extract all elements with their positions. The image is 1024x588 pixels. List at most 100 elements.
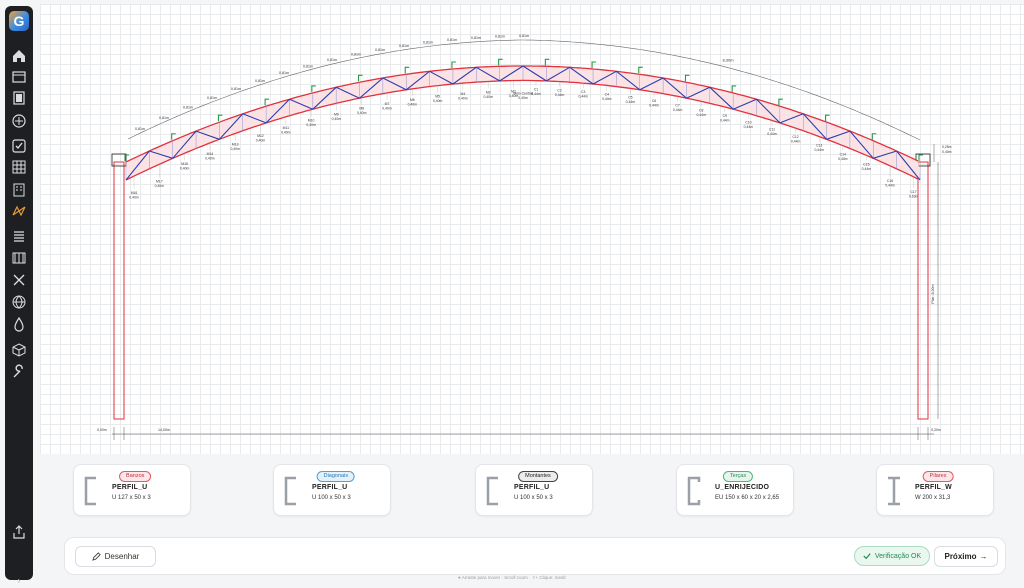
door-icon[interactable] <box>10 90 28 106</box>
profile-dimensions: U 127 x 50 x 3 <box>112 495 151 501</box>
truss-drawing[interactable]: 0,81m 0,81m 0,81m 0,81m 0,81m 0,81m 0,81m 0,81m… <box>40 4 1024 454</box>
arc-segment-label: 0,81m <box>423 40 433 44</box>
arc-segment-label: 0,81m <box>135 127 145 131</box>
node-label-M5: M5 <box>435 95 440 99</box>
next-button[interactable]: Próximo → <box>934 546 998 567</box>
node-value-C17: 0,63m <box>909 194 919 198</box>
node-label-M9: M9 <box>334 112 339 116</box>
node-label-M4: M4 <box>461 92 466 96</box>
drop-icon[interactable] <box>10 316 28 332</box>
node-label-M11: M11 <box>283 126 289 130</box>
layers-icon[interactable] <box>10 113 28 129</box>
span-label: 14,00m <box>158 428 170 432</box>
profile-badge: Diagonais <box>316 471 356 482</box>
purlin <box>404 66 410 74</box>
purlin <box>825 114 830 122</box>
node-value-M7: 0,40m <box>382 106 392 110</box>
node-value-M9: 0,40m <box>332 117 342 121</box>
node-value-C15: 0,44m <box>862 167 872 171</box>
node-value-C8: 0,44m <box>696 113 706 117</box>
node-value-C3: 0,44m <box>578 95 588 99</box>
wrench-icon[interactable] <box>10 364 28 380</box>
arc-segment-label: 0,81m <box>303 64 313 68</box>
sidebar: G › <box>5 6 33 585</box>
arc-segment-label: 0,81m <box>159 116 169 120</box>
globe-icon[interactable] <box>10 294 28 310</box>
node-value-C13: 0,44m <box>814 148 824 152</box>
node-value-C7: 0,44m <box>673 108 683 112</box>
node-value-C10: 0,44m <box>744 125 754 129</box>
right-top-label-2: 0,40m <box>942 150 952 154</box>
truss-icon[interactable] <box>10 203 28 219</box>
node-label-C3: C3 <box>581 90 585 94</box>
node-label-C1: C1 <box>534 88 538 92</box>
node-value-C1: 0,44m <box>531 92 541 96</box>
profile-card-teras[interactable]: Terças U_ENRIJECIDO EU 150 x 60 x 20 x 2,6… <box>676 464 794 516</box>
u-profile-icon <box>284 476 296 506</box>
arc-right-label: 8,30m <box>722 58 734 63</box>
node-label-C12: C12 <box>792 135 798 139</box>
purlin <box>357 74 363 82</box>
truss-web-fill <box>126 66 920 180</box>
profile-card-montantes[interactable]: Montantes PERFIL_U U 100 x 50 x 3 <box>475 464 593 516</box>
node-label-M14: M14 <box>207 152 214 156</box>
list-icon[interactable] <box>10 228 28 244</box>
node-label-C13: C13 <box>816 144 822 148</box>
node-value-M5: 0,40m <box>433 99 443 103</box>
building-icon[interactable] <box>10 182 28 198</box>
node-label-C2: C2 <box>557 89 561 93</box>
app-logo[interactable]: G <box>9 11 29 31</box>
purlin <box>871 133 877 140</box>
home-icon[interactable] <box>10 48 28 64</box>
profile-type: U_ENRIJECIDO <box>715 484 770 491</box>
node-value-C14: 0,44m <box>838 157 848 161</box>
node-label-C7: C7 <box>675 103 679 107</box>
arc-segment-label: 0,81m <box>231 87 241 91</box>
purlin <box>264 98 270 106</box>
purlin <box>124 154 129 161</box>
node-label-M12: M12 <box>257 134 264 138</box>
node-value-C12: 0,44m <box>791 140 801 144</box>
window-icon[interactable] <box>10 69 28 85</box>
grid-icon[interactable] <box>10 159 28 175</box>
profile-badge: Montantes <box>518 471 558 482</box>
node-value-C9: 0,44m <box>720 119 730 123</box>
check-icon <box>863 553 871 560</box>
purlin <box>591 61 597 68</box>
arc-segment-label: 0,81m <box>495 35 505 39</box>
w-profile-icon <box>888 476 900 506</box>
profile-card-pilares[interactable]: Pilares PERFIL_W W 200 x 31,3 <box>876 464 994 516</box>
profile-card-banzos[interactable]: Banzos PERFIL_U U 127 x 50 x 3 <box>73 464 191 516</box>
node-value-C11: 0,44m <box>767 132 777 136</box>
arc-segment-label: 0,81m <box>375 48 385 52</box>
node-label-M16: M16 <box>131 191 138 195</box>
node-value-M15: 0,40m <box>180 167 190 171</box>
right-top-label: 0,25m <box>942 145 952 149</box>
drawing-canvas[interactable]: 0,81m 0,81m 0,81m 0,81m 0,81m 0,81m 0,81m 0,81m… <box>40 4 1024 454</box>
purlin <box>451 61 456 68</box>
node-value-M11: 0,40m <box>281 130 291 134</box>
profile-badge: Terças <box>722 471 754 482</box>
profile-card-diagonais[interactable]: Diagonais PERFIL_U U 100 x 50 x 3 <box>273 464 391 516</box>
arc-segment-label: 0,81m <box>399 44 409 48</box>
profile-type: PERFIL_U <box>514 484 550 491</box>
profile-type: PERFIL_U <box>312 484 348 491</box>
tools-icon[interactable] <box>10 272 28 288</box>
arc-segment-label: 0,81m <box>255 79 265 83</box>
cube-icon[interactable] <box>10 342 28 358</box>
node-value-M14: 0,40m <box>205 156 215 160</box>
node-label-C4: C4 <box>605 92 609 96</box>
node-label-C8: C8 <box>699 108 703 112</box>
pencil-icon <box>91 552 101 561</box>
height-label: Pilar: 8,00m <box>931 284 935 303</box>
node-value-M10: 0,40m <box>306 123 316 127</box>
arc-segment-label: 0,81m <box>207 96 217 100</box>
badge-check-icon[interactable] <box>10 138 28 154</box>
export-icon[interactable] <box>10 524 28 540</box>
profile-badge: Pilares <box>922 471 954 482</box>
node-value-M17: 0,40m <box>155 184 165 188</box>
node-label-C11: C11 <box>769 127 775 131</box>
ruler-icon[interactable] <box>10 250 28 266</box>
draw-button[interactable]: Desenhar <box>75 546 156 567</box>
node-label-M7: M7 <box>385 102 390 106</box>
